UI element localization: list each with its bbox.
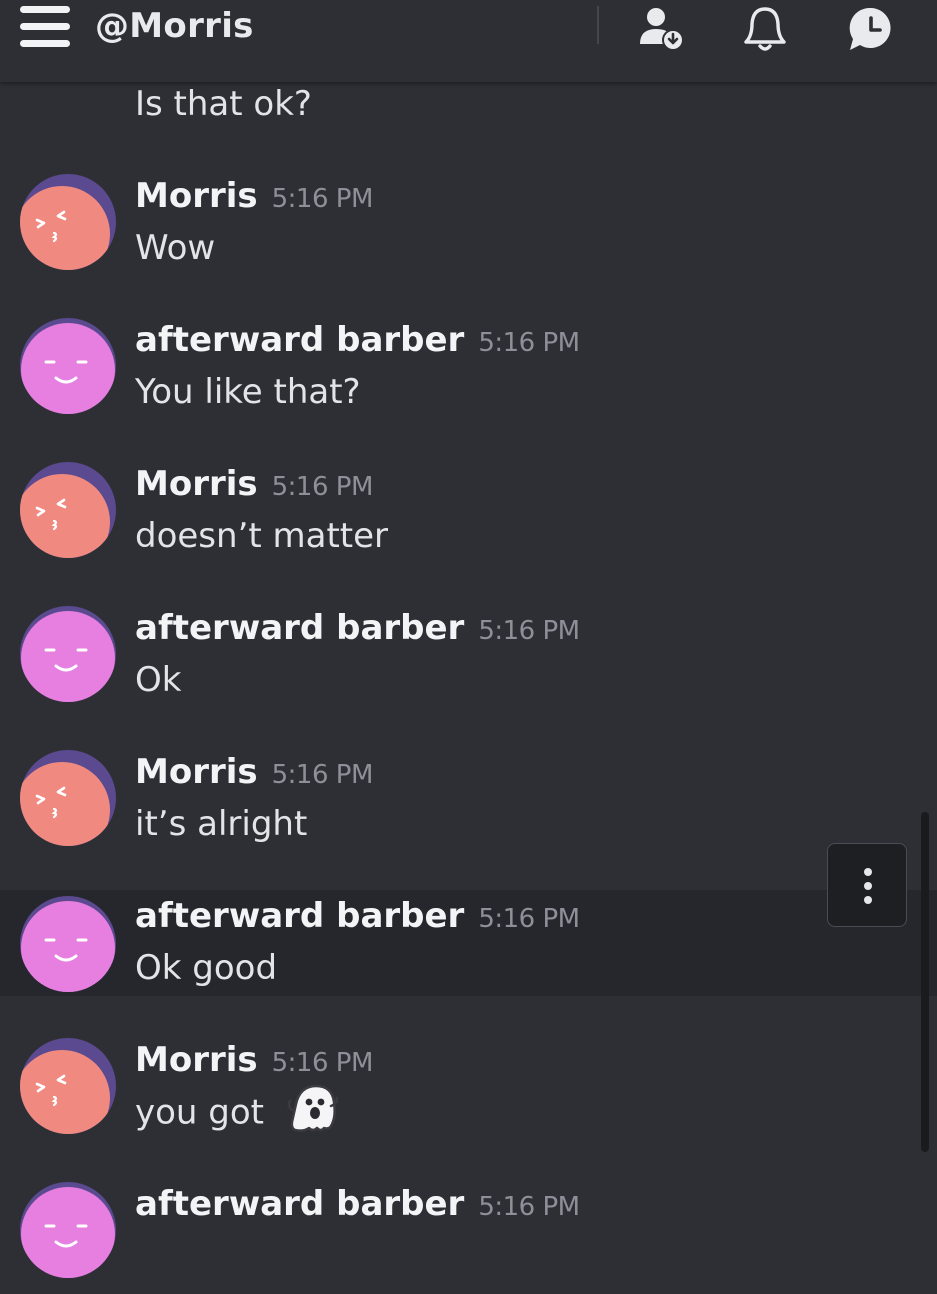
avatar[interactable] bbox=[20, 1182, 116, 1278]
more-options-button[interactable] bbox=[827, 843, 907, 927]
message-text: you got bbox=[135, 1092, 264, 1133]
message-timestamp: 5:16 PM bbox=[478, 1192, 580, 1222]
message-timestamp: 5:16 PM bbox=[271, 1048, 374, 1078]
menu-icon[interactable] bbox=[20, 6, 70, 48]
message-timestamp: 5:16 PM bbox=[271, 760, 374, 790]
message-item[interactable]: Morris 5:16 PM doesn’t matter bbox=[0, 450, 937, 574]
message-item[interactable]: Morris 5:16 PM it’s alright bbox=[0, 738, 937, 862]
message-author[interactable]: Morris 5:16 PM bbox=[135, 752, 373, 795]
message-item[interactable]: Is that ok? bbox=[0, 82, 937, 142]
user-download-icon[interactable] bbox=[636, 4, 686, 54]
message-author[interactable]: afterward barber 5:16 PM bbox=[135, 896, 580, 939]
message-timestamp: 5:16 PM bbox=[271, 472, 374, 502]
avatar[interactable] bbox=[20, 462, 116, 558]
message-text: it’s alright bbox=[135, 804, 308, 844]
message-author[interactable]: Morris 5:16 PM bbox=[135, 464, 373, 507]
message-author[interactable]: afterward barber 5:16 PM bbox=[135, 608, 580, 651]
message-timestamp: 5:16 PM bbox=[478, 328, 580, 358]
message-item[interactable]: Morris 5:16 PM you got bbox=[0, 1026, 937, 1150]
message-item[interactable]: afterward barber 5:16 PM Ok bbox=[0, 594, 937, 718]
message-item[interactable]: Morris 5:16 PM Wow bbox=[0, 162, 937, 286]
message-item[interactable]: afterward barber 5:16 PM You like that? bbox=[0, 306, 937, 430]
message-timestamp: 5:16 PM bbox=[271, 184, 374, 214]
avatar[interactable] bbox=[20, 318, 116, 414]
scrollbar-thumb[interactable] bbox=[921, 812, 929, 1152]
bell-icon[interactable] bbox=[740, 4, 790, 54]
message-clock-icon[interactable] bbox=[846, 4, 896, 54]
message-text: You like that? bbox=[135, 372, 361, 412]
header-divider bbox=[597, 6, 599, 44]
avatar[interactable] bbox=[20, 750, 116, 846]
avatar[interactable] bbox=[20, 174, 116, 270]
channel-header: @Morris bbox=[0, 0, 937, 82]
message-author[interactable]: afterward barber 5:16 PM bbox=[135, 320, 580, 363]
avatar[interactable] bbox=[20, 1038, 116, 1134]
message-timestamp: 5:16 PM bbox=[478, 904, 580, 934]
message-item[interactable]: afterward barber 5:16 PM bbox=[0, 1170, 937, 1294]
message-text: Is that ok? bbox=[135, 84, 312, 124]
avatar[interactable] bbox=[20, 606, 116, 702]
message-text: Ok bbox=[135, 660, 182, 700]
ghost-emoji-icon bbox=[285, 1080, 341, 1136]
message-text: doesn’t matter bbox=[135, 516, 389, 556]
avatar[interactable] bbox=[20, 896, 116, 992]
message-text: Wow bbox=[135, 228, 216, 268]
channel-title: @Morris bbox=[95, 6, 254, 46]
message-item-selected[interactable]: afterward barber 5:16 PM Ok good bbox=[0, 890, 937, 996]
message-author[interactable]: Morris 5:16 PM bbox=[135, 1040, 373, 1083]
message-author[interactable]: afterward barber 5:16 PM bbox=[135, 1184, 580, 1227]
message-timestamp: 5:16 PM bbox=[478, 616, 580, 646]
message-author[interactable]: Morris 5:16 PM bbox=[135, 176, 373, 219]
message-text: Ok good bbox=[135, 948, 278, 988]
message-text-row: you got bbox=[135, 1084, 341, 1136]
